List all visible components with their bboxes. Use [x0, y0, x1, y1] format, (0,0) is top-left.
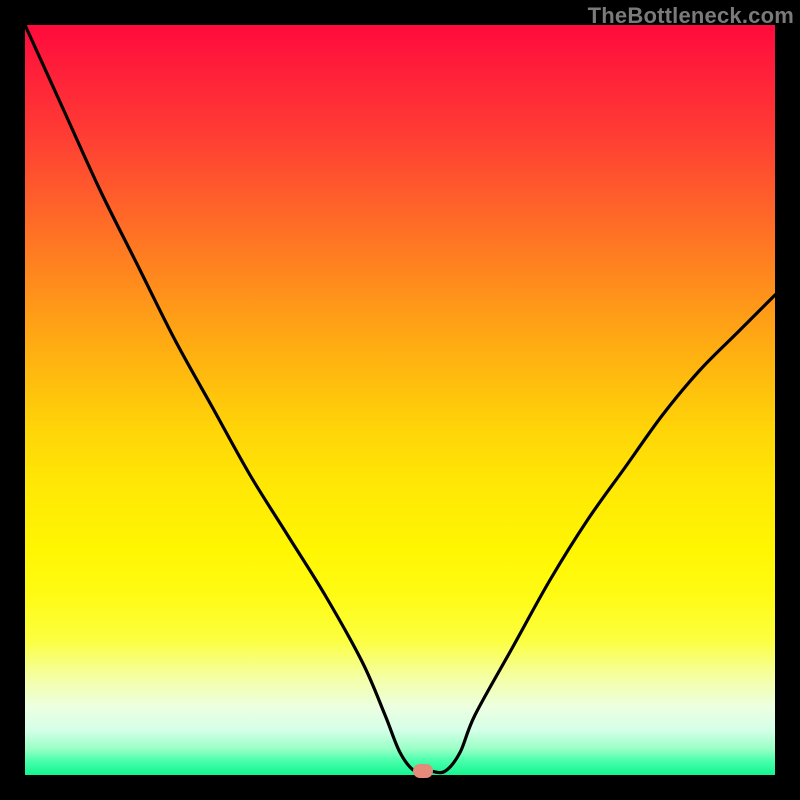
plot-area [25, 25, 775, 775]
optimum-marker [413, 764, 433, 778]
curve-layer [25, 25, 775, 775]
chart-stage: TheBottleneck.com [0, 0, 800, 800]
bottleneck-curve [25, 25, 775, 773]
